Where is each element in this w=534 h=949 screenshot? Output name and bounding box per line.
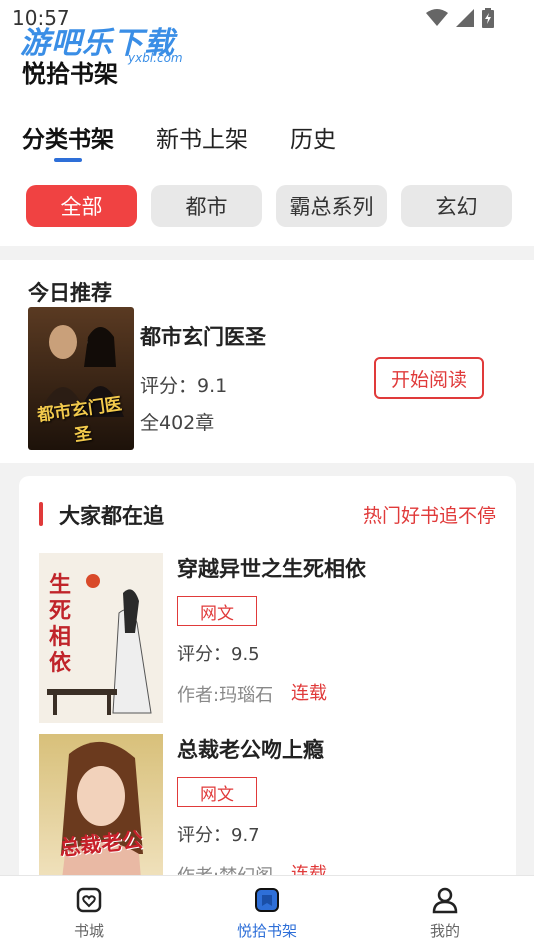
nav-bookshelf[interactable]: 悦拾书架 [178, 876, 356, 949]
tab-new-books[interactable]: 新书上架 [156, 120, 248, 154]
nav-bookstore[interactable]: 书城 [0, 876, 178, 949]
chip-fantasy[interactable]: 玄幻 [401, 185, 512, 227]
book-author: 作者:玛瑙石 [177, 685, 274, 706]
watermark-logo-sub: yxbl.com [128, 51, 183, 65]
trending-more-link[interactable]: 热门好书追不停 [363, 501, 496, 528]
nav-label: 书城 [73, 922, 104, 940]
active-tab-indicator [54, 158, 82, 162]
book-score: 评分：9.5 [177, 644, 260, 665]
heart-bag-icon [76, 887, 102, 913]
bottom-nav: 书城 悦拾书架 我的 [0, 875, 534, 949]
book-cover[interactable]: 生死相依 [39, 553, 163, 723]
recommendation-section-title: 今日推荐 [28, 281, 112, 305]
cover-title-text: 生死相依 [49, 573, 72, 676]
chip-urban[interactable]: 都市 [151, 185, 262, 227]
genre-tag: 网文 [177, 596, 257, 626]
nav-label: 我的 [429, 922, 460, 940]
chip-all[interactable]: 全部 [26, 185, 137, 227]
bookshelf-icon [255, 888, 279, 912]
trending-section-title: 大家都在追 [59, 504, 164, 528]
category-chips: 全部 都市 霸总系列 玄幻 [26, 185, 512, 227]
battery-icon [482, 8, 494, 28]
genre-tag: 网文 [177, 777, 257, 807]
recommendation-book-title[interactable]: 都市玄门医圣 [140, 321, 266, 351]
status-icons [426, 8, 494, 28]
tab-history[interactable]: 历史 [290, 120, 336, 154]
start-reading-button[interactable]: 开始阅读 [374, 357, 484, 399]
section-accent-bar [39, 502, 43, 526]
person-icon [432, 887, 458, 914]
book-status: 连载 [291, 683, 327, 704]
section-divider [0, 246, 534, 260]
nav-label: 悦拾书架 [236, 922, 297, 940]
list-item[interactable]: 生死相依 穿越异世之生死相依 网文 评分：9.5 作者:玛瑙石 连载 [19, 553, 499, 723]
nav-profile[interactable]: 我的 [356, 876, 534, 949]
recommendation-chapters: 全402章 [140, 412, 215, 434]
tab-bar: 分类书架 新书上架 历史 [22, 120, 336, 154]
chip-ceo-series[interactable]: 霸总系列 [276, 185, 387, 227]
recommendation-book-cover[interactable]: 都市玄门医圣 [28, 307, 134, 450]
signal-icon [456, 9, 474, 27]
book-title[interactable]: 穿越异世之生死相依 [177, 553, 366, 583]
tab-category-shelf[interactable]: 分类书架 [22, 120, 114, 154]
wifi-icon [426, 9, 448, 26]
book-score: 评分：9.7 [177, 825, 260, 846]
book-title[interactable]: 总裁老公吻上瘾 [177, 734, 324, 764]
recommendation-score: 评分：9.1 [140, 375, 228, 397]
page-title: 悦拾书架 [22, 60, 118, 88]
